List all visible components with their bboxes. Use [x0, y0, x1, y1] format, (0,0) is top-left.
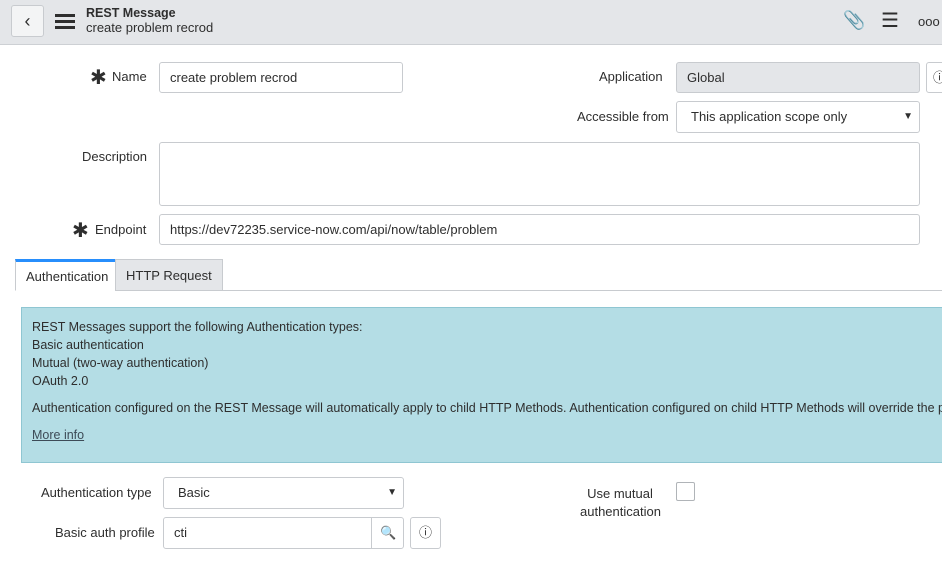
tab-authentication[interactable]: Authentication: [15, 259, 120, 291]
accessible-from-select[interactable]: This application scope only ▼: [676, 101, 920, 133]
dropdown-arrow-icon: ▼: [903, 111, 913, 122]
endpoint-input[interactable]: https://dev72235.service-now.com/api/now…: [159, 214, 920, 245]
info-note: Authentication configured on the REST Me…: [32, 401, 942, 415]
info-icon[interactable]: ⓘ: [410, 517, 441, 549]
record-name: create problem recrod: [86, 20, 214, 35]
more-options-icon[interactable]: ooo: [918, 14, 940, 29]
name-label: Name: [112, 69, 147, 84]
application-field: Global: [676, 62, 920, 93]
info-line: OAuth 2.0: [32, 374, 89, 388]
settings-sliders-icon[interactable]: ☰: [881, 8, 899, 33]
auth-info-panel: REST Messages support the following Auth…: [21, 307, 942, 463]
required-icon: ✱: [72, 220, 89, 242]
header: ‹ REST Message create problem recrod 📎 ☰…: [0, 0, 942, 45]
tab-http-request[interactable]: HTTP Request: [115, 259, 223, 291]
auth-type-select[interactable]: Basic ▼: [163, 477, 404, 509]
basic-auth-profile-label: Basic auth profile: [55, 525, 155, 540]
more-info-link[interactable]: More info: [32, 426, 940, 444]
info-line: REST Messages support the following Auth…: [32, 320, 363, 334]
record-type: REST Message: [86, 6, 176, 20]
info-line: Basic authentication: [32, 338, 144, 352]
description-label: Description: [82, 149, 148, 164]
use-mutual-checkbox[interactable]: [676, 482, 695, 501]
info-icon[interactable]: ⓘ: [926, 62, 942, 93]
menu-icon[interactable]: [55, 14, 75, 29]
accessible-from-value: This application scope only: [691, 109, 848, 124]
paperclip-icon[interactable]: 📎: [843, 10, 865, 31]
name-input[interactable]: create problem recrod: [159, 62, 403, 93]
endpoint-label: Endpoint: [95, 222, 147, 237]
basic-auth-profile-input[interactable]: cti: [163, 517, 372, 549]
info-line: Mutual (two-way authentication): [32, 356, 209, 370]
back-button[interactable]: ‹: [11, 5, 44, 37]
search-icon[interactable]: 🔍: [371, 517, 404, 549]
description-textarea[interactable]: [159, 142, 920, 206]
application-label: Application: [599, 69, 663, 84]
use-mutual-label: Use mutual authentication: [580, 486, 661, 519]
dropdown-arrow-icon: ▼: [387, 487, 397, 498]
required-icon: ✱: [90, 67, 107, 89]
auth-type-value: Basic: [178, 485, 210, 500]
accessible-from-label: Accessible from: [577, 109, 669, 124]
auth-type-label: Authentication type: [41, 485, 152, 500]
